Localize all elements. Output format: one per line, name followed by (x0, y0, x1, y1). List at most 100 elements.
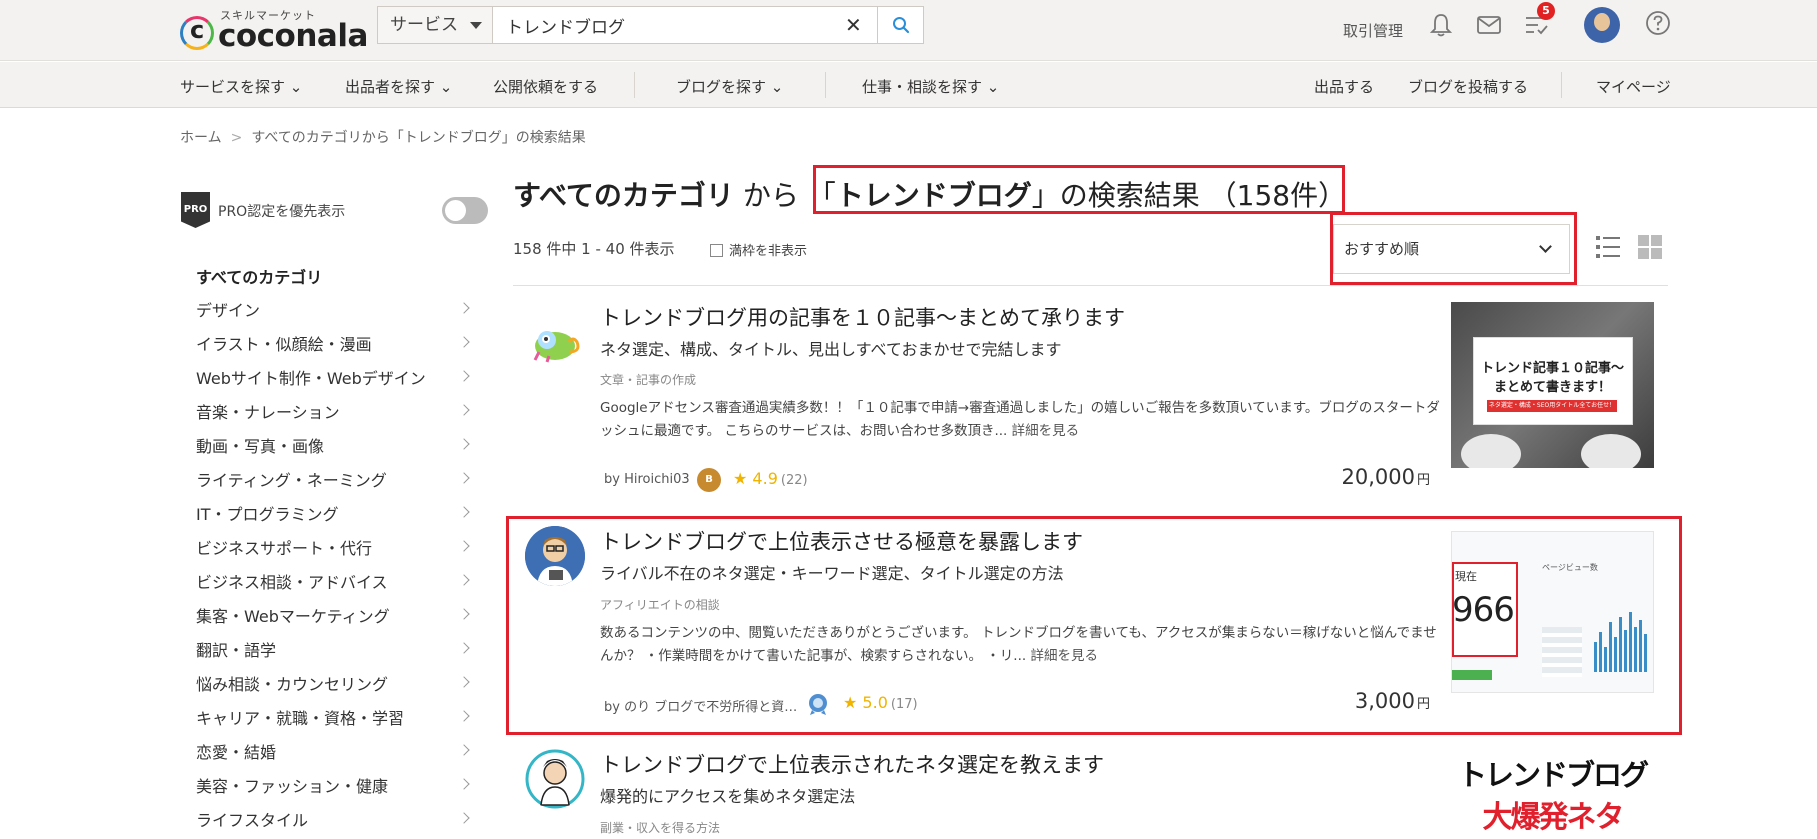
grid-view-icon[interactable] (1638, 235, 1662, 259)
category-item[interactable]: ビジネスサポート・代行 (196, 535, 372, 559)
thumbnail-headline: トレンド記事１０記事〜 (1480, 361, 1624, 376)
logo-mark-icon (180, 16, 214, 50)
service-subtitle: 爆発的にアクセスを集めネタ選定法 (600, 787, 856, 806)
seller-avatar[interactable] (525, 312, 585, 372)
category-item[interactable]: ライティング・ネーミング (196, 467, 387, 491)
nav-divider (1561, 72, 1562, 98)
rating: ★ 4.9 (22) (733, 469, 808, 488)
person-avatar-icon (525, 749, 585, 809)
service-thumbnail[interactable]: トレンドブログ 大爆発ネタ (1451, 752, 1654, 839)
title-highlight-box (813, 165, 1345, 214)
category-item[interactable]: ビジネス相談・アドバイス (196, 569, 388, 593)
service-title[interactable]: トレンドブログ用の記事を１０記事〜まとめて承ります (600, 302, 1125, 332)
thumbnail-note: ネタ選定・構成・SEO用タイトル全てお任せ！ (1487, 400, 1617, 412)
nav-sell[interactable]: 出品する (1314, 76, 1374, 97)
search-icon (893, 17, 910, 34)
search-button[interactable] (877, 6, 923, 44)
bell-icon[interactable] (1430, 12, 1452, 38)
category-all[interactable]: すべてのカテゴリ (196, 264, 322, 288)
chevron-right-icon (458, 336, 470, 348)
category-item[interactable]: Webサイト制作・Webデザイン (196, 365, 426, 389)
nav-find-jobs[interactable]: 仕事・相談を探す ⌄ (862, 76, 999, 97)
seller-name[interactable]: by Hiroichi03 (604, 472, 690, 487)
service-card[interactable]: トレンドブログで上位表示されたネタ選定を教えます 爆発的にアクセスを集めネタ選定… (513, 746, 1668, 839)
seller-avatar[interactable] (525, 749, 585, 809)
pro-priority-toggle[interactable] (442, 197, 488, 224)
thumbnail-headline-2: まとめて書きます！ (1493, 380, 1611, 395)
category-item[interactable]: 動画・写真・画像 (196, 433, 324, 457)
trade-management-link[interactable]: 取引管理 (1343, 20, 1403, 41)
search-category-select[interactable]: サービス (378, 7, 493, 43)
category-item[interactable]: イラスト・似顔絵・漫画 (196, 331, 372, 355)
category-item[interactable]: IT・プログラミング (196, 501, 339, 525)
chevron-right-icon (458, 812, 470, 824)
chevron-right-icon (458, 302, 470, 314)
top-header: スキルマーケット coconala サービス ✕ 取引管理 5 (0, 0, 1817, 61)
chevron-right-icon (458, 676, 470, 688)
help-icon[interactable] (1645, 10, 1671, 36)
chevron-right-icon (458, 506, 470, 518)
search-input[interactable] (506, 7, 846, 43)
nav-my-page[interactable]: マイページ (1596, 76, 1671, 97)
category-item[interactable]: 美容・ファッション・健康 (196, 773, 388, 797)
nav-post-request[interactable]: 公開依頼をする (493, 76, 598, 97)
checkbox-icon (710, 244, 723, 257)
chevron-right-icon (458, 642, 470, 654)
nav-find-sellers[interactable]: 出品者を探す ⌄ (345, 76, 452, 97)
breadcrumb: ホーム > すべてのカテゴリから「トレンドブログ」の検索結果 (180, 127, 586, 147)
breadcrumb-separator: > (230, 130, 243, 146)
hide-full-checkbox[interactable]: 満枠を非表示 (710, 240, 807, 259)
list-view-icon[interactable] (1596, 235, 1620, 259)
chevron-right-icon (458, 404, 470, 416)
main-navigation: サービスを探す ⌄ 出品者を探す ⌄ 公開依頼をする ブログを探す ⌄ 仕事・相… (0, 62, 1817, 108)
card-highlight-box (506, 516, 1682, 735)
service-description: Googleアドセンス審査通過実績多数！！「１０記事で申請→審査通過しました」の… (600, 400, 1440, 439)
category-item[interactable]: デザイン (196, 297, 260, 321)
notification-badge: 5 (1537, 2, 1555, 20)
clear-icon[interactable]: ✕ (845, 13, 862, 37)
category-item[interactable]: 恋愛・結婚 (196, 739, 276, 763)
category-item[interactable]: 翻訳・語学 (196, 637, 276, 661)
chevron-right-icon (458, 608, 470, 620)
category-item[interactable]: 音楽・ナレーション (196, 399, 340, 423)
nav-divider (825, 72, 826, 98)
sort-highlight-box (1330, 212, 1577, 285)
logo-text: coconala (218, 18, 368, 54)
chevron-right-icon (458, 438, 470, 450)
rank-badge-icon: B (697, 468, 721, 492)
chevron-right-icon (458, 744, 470, 756)
nav-find-blogs[interactable]: ブログを探す ⌄ (676, 76, 783, 97)
nav-post-blog[interactable]: ブログを投稿する (1408, 76, 1528, 97)
service-card[interactable]: トレンドブログ用の記事を１０記事〜まとめて承ります ネタ選定、構成、タイトル、見… (513, 300, 1668, 500)
service-title[interactable]: トレンドブログで上位表示されたネタ選定を教えます (600, 749, 1104, 779)
thumbnail-headline: トレンドブログ (1457, 758, 1649, 792)
see-details-link[interactable]: 詳細を見る (1012, 423, 1080, 439)
service-subtitle: ネタ選定、構成、タイトル、見出しすべておまかせで完結します (600, 340, 1062, 359)
chameleon-avatar-icon (533, 331, 580, 363)
category-item[interactable]: キャリア・就職・資格・学習 (196, 705, 404, 729)
chevron-right-icon (458, 710, 470, 722)
pro-badge-icon: PRO (181, 192, 210, 228)
search-bar: サービス (377, 6, 924, 44)
caret-down-icon (470, 22, 482, 35)
nav-find-services[interactable]: サービスを探す ⌄ (180, 76, 302, 97)
chevron-right-icon (458, 472, 470, 484)
breadcrumb-home[interactable]: ホーム (180, 130, 222, 146)
chevron-right-icon (458, 778, 470, 790)
thumbnail-headline-2: 大爆発ネタ (1482, 800, 1625, 835)
category-item[interactable]: 集客・Webマーケティング (196, 603, 390, 627)
mail-icon[interactable] (1477, 16, 1501, 34)
service-category[interactable]: 副業・収入を得る方法 (600, 819, 720, 836)
chevron-right-icon (458, 370, 470, 382)
category-item[interactable]: ライフスタイル (196, 807, 308, 831)
list-divider (513, 285, 1668, 286)
user-avatar[interactable] (1584, 7, 1620, 43)
nav-divider (634, 72, 635, 98)
service-category[interactable]: 文章・記事の作成 (600, 371, 696, 388)
result-count: 158 件中 1 - 40 件表示 (513, 240, 675, 258)
service-thumbnail[interactable]: トレンド記事１０記事〜 まとめて書きます！ ネタ選定・構成・SEO用タイトル全て… (1451, 302, 1654, 468)
category-item[interactable]: 悩み相談・カウンセリング (196, 671, 388, 695)
service-price: 20,000 円 (1341, 465, 1431, 489)
breadcrumb-current: すべてのカテゴリから「トレンドブログ」の検索結果 (251, 130, 586, 146)
search-category-label: サービス (390, 15, 458, 35)
